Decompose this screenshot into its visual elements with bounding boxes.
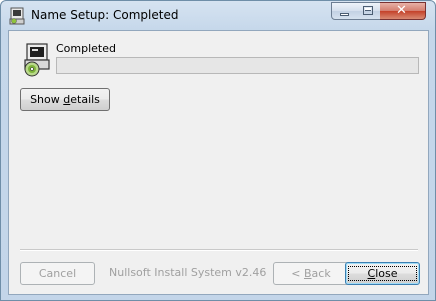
minimize-icon [340,13,349,16]
installer-cd-icon [24,43,50,77]
client-area: Completed Show details Cancel Nullsoft I… [8,30,429,295]
close-icon: ✕ [396,3,407,18]
show-details-label: Show details [30,93,100,106]
setup-window: Name Setup: Completed ✕ Completed Show d… [0,0,436,301]
installer-icon [9,7,25,25]
maximize-button[interactable] [356,2,381,20]
cancel-button[interactable]: Cancel [20,262,95,285]
maximize-icon [363,6,373,15]
close-button[interactable]: Close [345,262,420,285]
minimize-button[interactable] [331,2,357,20]
title-bar[interactable]: Name Setup: Completed ✕ [1,1,435,31]
status-text: Completed [56,42,116,55]
progress-bar [56,57,419,74]
close-window-button[interactable]: ✕ [380,2,426,20]
branding-text: Nullsoft Install System v2.46 [109,266,267,279]
window-title: Name Setup: Completed [31,8,179,22]
separator-line [20,249,418,251]
back-button[interactable]: < Back [273,262,349,285]
close-label: Close [347,266,418,281]
back-label: < Back [291,267,331,280]
show-details-button[interactable]: Show details [20,88,110,111]
cancel-label: Cancel [38,267,77,280]
